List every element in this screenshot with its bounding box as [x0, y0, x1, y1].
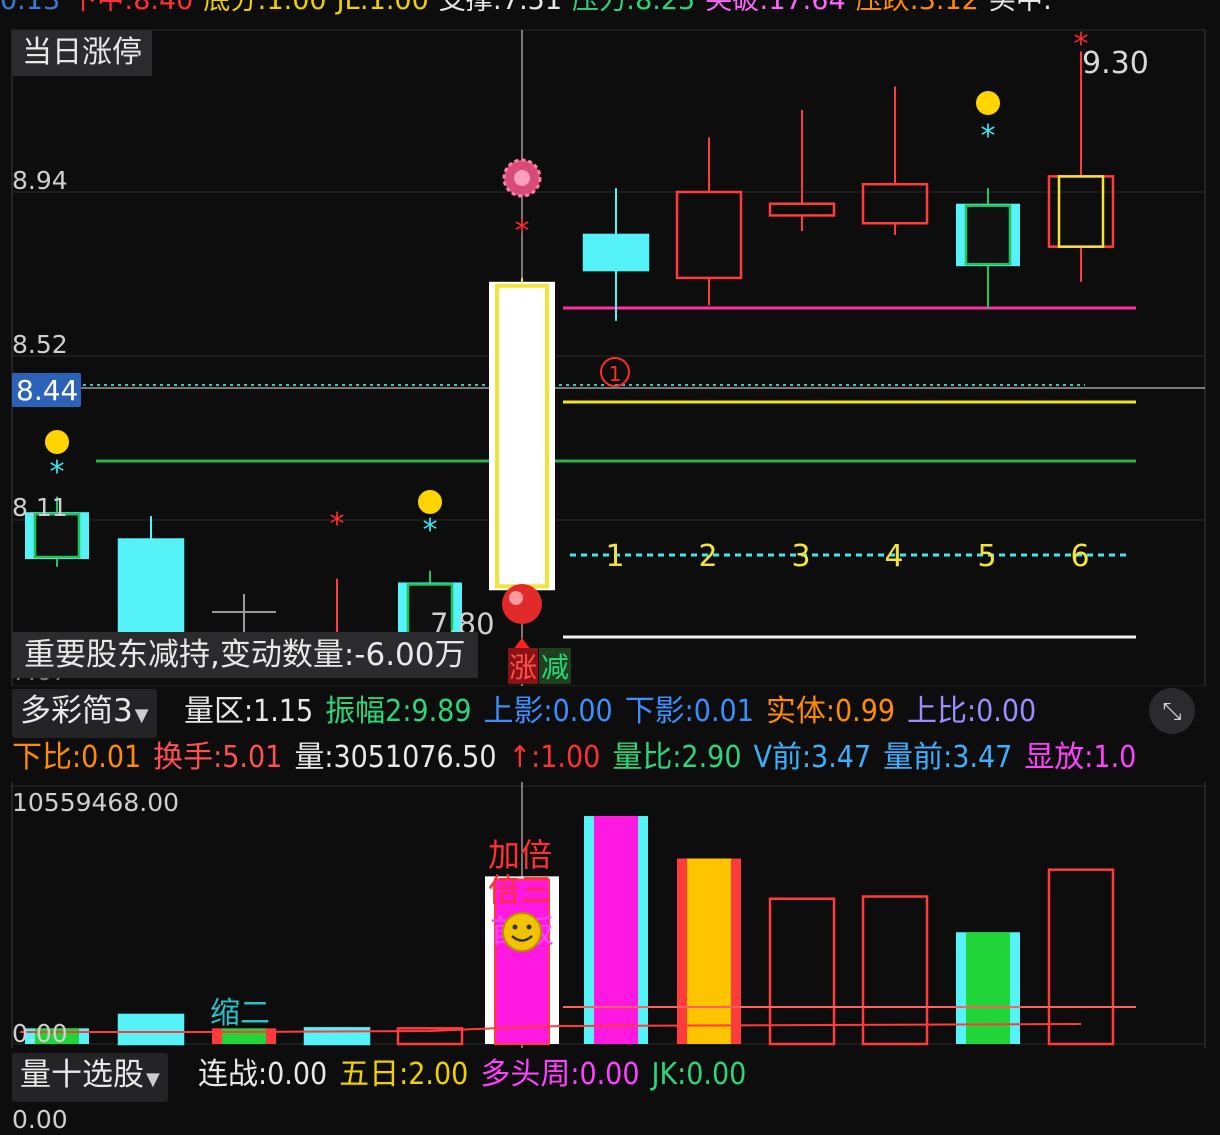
bottom-axis-value: 0.00 [12, 1105, 68, 1134]
indicator-value: 连战:0.00 [198, 1057, 328, 1092]
volume-bar [768, 897, 836, 1046]
day-number-label: 4 [884, 539, 903, 574]
candle-body [861, 182, 929, 225]
indicator-value: 量区:1.15 [184, 694, 314, 729]
signal-label: 缩二 [210, 996, 270, 1031]
day-number-label: 6 [1070, 539, 1089, 574]
indicator-row-1: 量区:1.15 振幅2:9.89 上影:0.00 下影:0.01 实体:0.99 上比:0… [184, 692, 1048, 732]
candle-body [1057, 175, 1105, 248]
price-label: 8.52 [12, 330, 68, 359]
indicator-value: 实体:0.99 [765, 694, 896, 729]
day-number-label: 5 [977, 539, 996, 574]
yellow-dot-icon [45, 430, 69, 454]
volume-bar [594, 816, 638, 1044]
indicator-value: JK:0.00 [651, 1057, 747, 1092]
red-ball-icon [502, 584, 542, 624]
indicator-dropdown[interactable]: 多彩简3 ▼ [12, 689, 157, 738]
red-star-icon: * [515, 214, 530, 249]
price-chart[interactable]: ****** 9.368.948.528.117.678.449.307.801… [0, 0, 1220, 686]
indicator-value: 量:3051076.50 [294, 740, 497, 775]
volume-bar [117, 1013, 185, 1046]
price-label: 8.94 [12, 166, 68, 195]
stock-screen-dropdown-label: 量十选股 [20, 1057, 144, 1093]
indicator-value: 五日:2.00 [339, 1057, 469, 1092]
indicator-value: 下比:0.01 [12, 740, 142, 775]
news-banner[interactable]: 重要股东减持,变动数量:-6.00万 [12, 632, 478, 678]
candle-body [675, 190, 743, 280]
volume-bar [966, 932, 1010, 1044]
indicator-value: 量前:3.47 [883, 740, 1013, 775]
volume-bar [861, 895, 929, 1046]
smiley-icon [526, 924, 532, 930]
indicator-value: 下影:0.01 [624, 694, 754, 729]
indicator-value: 振幅2:9.89 [325, 694, 472, 729]
candle-body [964, 204, 1012, 266]
volume-zero-label: 0.00 [12, 1019, 68, 1048]
indicator-row-3: 连战:0.00 五日:2.00 多头周:0.00 JK:0.00 [198, 1055, 758, 1095]
stock-screen-dropdown[interactable]: 量十选股 ▼ [12, 1053, 168, 1102]
volume-max-label: 10559468.00 [12, 788, 179, 817]
cyan-star-icon: * [981, 119, 996, 154]
expand-icon[interactable]: ⤡ [1149, 688, 1195, 734]
high-price-label: 9.30 [1082, 46, 1149, 81]
volume-chart[interactable]: 10559468.000.00加倍倍三首板缩二 [0, 782, 1220, 1052]
indicator-value: 量比:2.90 [612, 740, 742, 775]
yellow-dot-icon [976, 91, 1000, 115]
indicator-dropdown-label: 多彩简3 [20, 693, 133, 729]
flower-icon [514, 170, 530, 186]
red-ball-icon [509, 591, 523, 605]
indicator-value: 上比:0.00 [907, 694, 1037, 729]
chevron-down-icon: ▼ [146, 1069, 160, 1090]
stock-chart-screen: 0.13 下中:8.40 底分:1.00 JL:1.00 支撑:7.51 压力:8.25 突… [0, 0, 1220, 1134]
signal-label: 加倍 [488, 836, 552, 874]
day-number-label: 1 [605, 539, 624, 574]
circle-marker-label: 1 [609, 362, 622, 386]
day-number-label: 3 [791, 539, 810, 574]
volume-bar [687, 858, 731, 1044]
signal-label: 倍三 [488, 871, 552, 909]
cyan-star-icon: * [423, 513, 438, 548]
indicator-value: 显放:1.0 [1024, 740, 1137, 775]
red-star-icon: * [330, 507, 345, 542]
indicator-value: 多头周:0.00 [480, 1057, 640, 1092]
day-number-label: 2 [698, 539, 717, 574]
smiley-icon [502, 912, 542, 952]
candle-body [768, 202, 836, 217]
indicator-value: 换手:5.01 [153, 740, 283, 775]
jian-tag-label: 减 [541, 651, 569, 684]
smiley-icon [512, 924, 518, 930]
chevron-down-icon: ▼ [134, 705, 149, 726]
candle-body [582, 233, 650, 272]
price-label: 8.11 [12, 493, 68, 522]
indicator-row-2: 下比:0.01 换手:5.01 量:3051076.50 ↑:1.00 量比:2.90 V… [12, 738, 1148, 778]
yellow-dot-icon [418, 490, 442, 514]
cyan-star-icon: * [50, 455, 65, 490]
current-price-label: 8.44 [16, 374, 78, 407]
indicator-value: ↑:1.00 [508, 740, 601, 775]
indicator-value: V前:3.47 [753, 740, 872, 775]
volume-bar [1047, 868, 1115, 1046]
zhang-tag-label: 涨 [509, 651, 537, 684]
mode-tag[interactable]: 当日涨停 [12, 30, 152, 76]
indicator-value: 上影:0.00 [483, 694, 613, 729]
